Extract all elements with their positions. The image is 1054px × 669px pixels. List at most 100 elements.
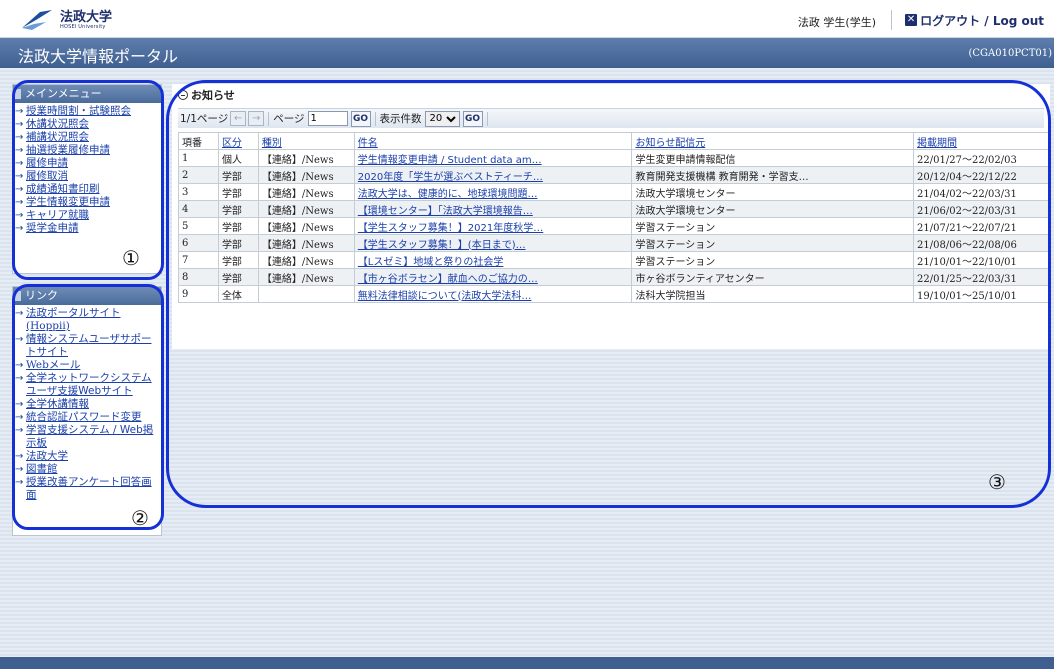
menu-link[interactable]: 奨学金申請	[26, 222, 79, 234]
col-header-subject[interactable]: 件名	[353, 132, 633, 150]
link[interactable]: 情報システムユーザサポートサイト	[26, 333, 151, 358]
row-sender: 学習ステーション	[631, 217, 915, 235]
link-item-library[interactable]: → 図書館	[15, 463, 159, 476]
sort-link[interactable]: 区分	[222, 138, 242, 149]
row-type: 【連絡】/News	[257, 200, 355, 218]
row-subject[interactable]: 【市ヶ谷ボラセン】献血へのご協力の…	[353, 268, 633, 286]
col-header-category[interactable]: 区分	[217, 132, 259, 150]
row-subject[interactable]: 【学生スタッフ募集！】(本日まで)…	[353, 234, 633, 252]
menu-link[interactable]: 学生情報変更申請	[26, 196, 110, 208]
row-no: 5	[178, 217, 219, 235]
col-header-type[interactable]: 種別	[257, 132, 355, 150]
link-item-password-change[interactable]: → 統合認証パスワード変更	[15, 411, 159, 424]
subject-link[interactable]: 2020年度「学生が選ぶベストティーチ…	[358, 172, 543, 183]
link[interactable]: 図書館	[26, 463, 58, 475]
menu-link[interactable]: キャリア就職	[26, 209, 89, 221]
count-go-button[interactable]: GO	[462, 110, 483, 127]
pager-toolbar: 1/1ページ ← → ページ GO 表示件数 20 GO	[178, 108, 1044, 128]
count-label: 表示件数	[379, 113, 422, 125]
menu-item-cancelled-classes[interactable]: → 休講状況照会	[15, 118, 159, 131]
menu-item-career[interactable]: → キャリア就職	[15, 209, 159, 222]
link[interactable]: 法政大学	[26, 450, 68, 462]
subject-link[interactable]: 法政大学は、健康的に、地球環境問題…	[358, 189, 538, 200]
sort-link[interactable]: 種別	[262, 138, 282, 149]
menu-link[interactable]: 授業時間割・試験照会	[26, 105, 131, 117]
row-category: 全体	[217, 285, 259, 303]
row-subject[interactable]: 2020年度「学生が選ぶベストティーチ…	[353, 166, 633, 184]
sort-link[interactable]: 件名	[358, 138, 378, 149]
link[interactable]: 学習支援システム / Web掲示板	[26, 424, 153, 449]
link-item-user-support[interactable]: → 情報システムユーザサポートサイト	[15, 333, 159, 359]
subject-link[interactable]: 【市ヶ谷ボラセン】献血へのご協力の…	[358, 274, 538, 285]
link-item-survey[interactable]: → 授業改善アンケート回答画面	[15, 476, 159, 502]
link-item-cancellations[interactable]: → 全学休講情報	[15, 398, 159, 411]
count-select[interactable]: 20	[424, 110, 460, 127]
subject-link[interactable]: 【学生スタッフ募集！】2021年度秋学…	[358, 223, 543, 234]
row-subject[interactable]: 【環境センター】「法政大学環境報告…	[353, 200, 633, 218]
col-header-sender[interactable]: お知らせ配信元	[631, 132, 915, 150]
logo-sub: HOSEI University	[60, 23, 106, 30]
row-subject[interactable]: 無料法律相談について(法政大学法科…	[353, 285, 633, 303]
next-page-button[interactable]: →	[248, 111, 265, 126]
menu-link[interactable]: 抽選授業履修申請	[26, 144, 110, 156]
menu-item-makeup-classes[interactable]: → 補講状況照会	[15, 131, 159, 144]
link-item-hoppii[interactable]: → 法政ポータルサイト(Hoppii)	[15, 307, 159, 333]
link-item-learning-system[interactable]: → 学習支援システム / Web掲示板	[15, 424, 159, 450]
sort-link[interactable]: 掲載期間	[917, 138, 957, 149]
row-sender: 法科大学院担当	[631, 285, 915, 303]
page-go-button[interactable]: GO	[350, 110, 371, 127]
subject-link[interactable]: 無料法律相談について(法政大学法科…	[358, 291, 532, 302]
menu-item-grade-report[interactable]: → 成績通知書印刷	[15, 183, 159, 196]
notices-table: 項番 区分 種別 件名 お知らせ配信元 掲載期間 1 個人 【連絡】/News …	[178, 132, 1050, 303]
row-period: 22/01/27～22/02/03	[913, 149, 1050, 167]
menu-item-registration[interactable]: → 履修申請	[15, 157, 159, 170]
arrow-right-icon: →	[15, 145, 24, 156]
title-bar: 法政大学情報ポータル (CGA010PCT01)	[0, 38, 1054, 68]
menu-link[interactable]: 補講状況照会	[26, 131, 89, 143]
row-no: 3	[178, 183, 219, 201]
row-no: 2	[178, 166, 219, 184]
subject-link[interactable]: 【学生スタッフ募集！】(本日まで)…	[358, 240, 526, 251]
menu-link[interactable]: 履修申請	[26, 157, 68, 169]
row-subject[interactable]: 学生情報変更申請 / Student data am…	[353, 149, 633, 167]
link-item-network-support[interactable]: → 全学ネットワークシステム ユーザ支援Webサイト	[15, 372, 159, 398]
link-item-webmail[interactable]: → Webメール	[15, 359, 159, 372]
pager-divider	[486, 111, 488, 126]
menu-link[interactable]: 休講状況照会	[26, 118, 89, 130]
hosei-logo[interactable]: 法政大学 HOSEI University	[20, 6, 112, 34]
bottom-bar	[0, 657, 1054, 669]
menu-item-scholarship[interactable]: → 奨学金申請	[15, 222, 159, 235]
row-subject[interactable]: 【Lスゼミ】地域と祭りの社会学	[353, 251, 633, 269]
prev-page-button[interactable]: ←	[230, 111, 247, 126]
main-menu-list: → 授業時間割・試験照会 → 休講状況照会 → 補講状況照会 → 抽選授業履修申請 → 履…	[13, 103, 161, 239]
menu-item-lottery-registration[interactable]: → 抽選授業履修申請	[15, 144, 159, 157]
table-row: 4 学部 【連絡】/News 【環境センター】「法政大学環境報告… 法政大学環境…	[178, 200, 1050, 218]
row-no: 6	[178, 234, 219, 252]
link[interactable]: 統合認証パスワード変更	[26, 411, 142, 423]
menu-item-cancel-registration[interactable]: → 履修取消	[15, 170, 159, 183]
row-subject[interactable]: 法政大学は、健康的に、地球環境問題…	[353, 183, 633, 201]
subject-link[interactable]: 学生情報変更申請 / Student data am…	[358, 155, 542, 166]
menu-link[interactable]: 履修取消	[26, 170, 68, 182]
menu-item-timetable[interactable]: → 授業時間割・試験照会	[15, 105, 159, 118]
arrow-right-icon: →	[15, 308, 24, 319]
link[interactable]: 全学休講情報	[26, 398, 89, 410]
pager-divider	[268, 111, 270, 126]
arrow-right-icon: →	[15, 373, 24, 384]
menu-item-student-info-change[interactable]: → 学生情報変更申請	[15, 196, 159, 209]
link[interactable]: Webメール	[26, 359, 80, 371]
logout-button[interactable]: ✕ ログアウト / Log out	[899, 10, 1050, 30]
sort-link[interactable]: お知らせ配信元	[635, 138, 705, 149]
menu-link[interactable]: 成績通知書印刷	[26, 183, 100, 195]
notices-panel: お知らせ 1/1ページ ← → ページ GO 表示件数 20 GO 項番 区分 …	[172, 84, 1050, 349]
link[interactable]: 全学ネットワークシステム ユーザ支援Webサイト	[26, 372, 152, 397]
page-number-input[interactable]	[307, 111, 348, 126]
col-header-period[interactable]: 掲載期間	[913, 132, 1050, 150]
logo-mark-icon	[22, 10, 52, 30]
link[interactable]: 法政ポータルサイト(Hoppii)	[26, 307, 121, 332]
row-subject[interactable]: 【学生スタッフ募集！】2021年度秋学…	[353, 217, 633, 235]
link[interactable]: 授業改善アンケート回答画面	[26, 476, 152, 501]
subject-link[interactable]: 【Lスゼミ】地域と祭りの社会学	[358, 257, 504, 268]
link-item-hosei[interactable]: → 法政大学	[15, 450, 159, 463]
subject-link[interactable]: 【環境センター】「法政大学環境報告…	[358, 206, 533, 217]
